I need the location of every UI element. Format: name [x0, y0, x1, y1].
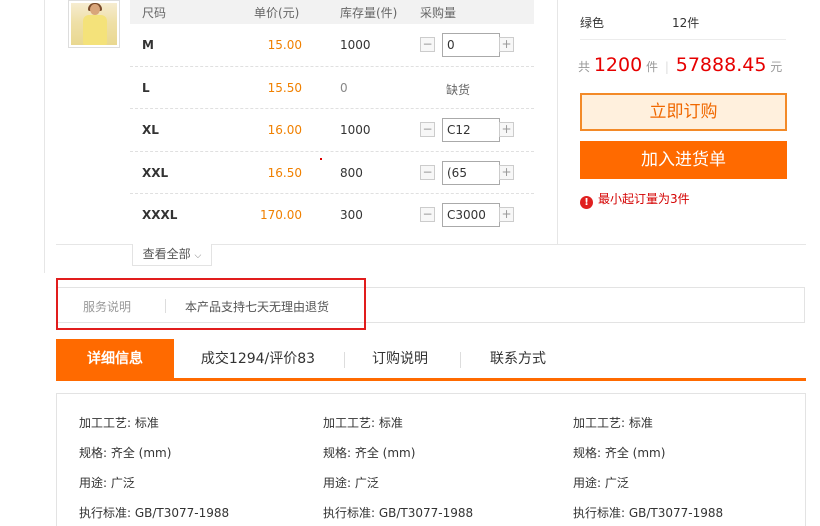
attr-standard: 执行标准: GB/T3077-1988 — [79, 506, 230, 520]
sku-stock: 0 — [340, 80, 348, 95]
total-amount: 57888.45 — [675, 54, 767, 76]
sku-table-header: 尺码 单价(元) 库存量(件) 采购量 — [130, 0, 534, 24]
product-image — [71, 3, 117, 45]
min-order-text: 最小起订量为3件 — [598, 192, 690, 206]
attr-process: 加工工艺: 标准 — [573, 416, 653, 430]
quantity-input[interactable]: (65 — [442, 160, 500, 185]
decrease-button[interactable]: − — [420, 164, 435, 180]
total-separator: | — [664, 60, 669, 74]
min-order-notice: ! 最小起订量为3件 — [580, 190, 690, 209]
quantity-stepper: − C12 + — [420, 118, 514, 142]
sku-row-xxl: XXL 16.50 800 − (65 + — [130, 152, 534, 194]
quantity-input[interactable]: 0 — [442, 33, 500, 57]
decrease-button[interactable]: − — [420, 122, 435, 137]
quantity-stepper: − (65 + — [420, 160, 514, 185]
sku-row-m: M 15.00 1000 − 0 + — [130, 24, 534, 67]
sku-price: 15.50 — [267, 80, 302, 95]
attr-usage: 用途: 广泛 — [323, 476, 379, 490]
sku-size: M — [142, 38, 154, 52]
detail-tabs: 详细信息 成交1294/评价83 订购说明 联系方式 — [56, 339, 806, 381]
order-now-button[interactable]: 立即订购 — [580, 93, 787, 131]
view-all-button[interactable]: 查看全部 ⌵ — [132, 244, 212, 266]
attr-spec: 规格: 齐全 (mm) — [323, 446, 416, 460]
sku-row-xxxl: XXXL 170.00 300 − C3000 + — [130, 194, 534, 237]
quantity-stepper: − C3000 + — [420, 203, 514, 227]
total-prefix: 共 — [578, 60, 591, 74]
quantity-input[interactable]: C3000 — [442, 203, 500, 227]
stray-dot — [320, 158, 322, 160]
tab-deals-reviews[interactable]: 成交1294/评价83 — [184, 339, 332, 378]
increase-button[interactable]: + — [499, 37, 514, 52]
order-total: 共 1200 件 | 57888.45 元 — [578, 54, 782, 76]
quantity-input[interactable]: C12 — [442, 118, 500, 142]
sku-stock: 1000 — [340, 38, 371, 52]
header-stock: 库存量(件) — [340, 6, 398, 20]
sku-stock: 1000 — [340, 123, 371, 137]
view-all-label: 查看全部 — [142, 247, 191, 261]
decrease-button[interactable]: − — [420, 207, 435, 222]
sku-size: XXXL — [142, 208, 178, 222]
out-of-stock-label: 缺货 — [446, 82, 471, 97]
quantity-stepper: − 0 + — [420, 33, 514, 57]
sku-stock: 800 — [340, 165, 363, 180]
add-to-cart-button[interactable]: 加入进货单 — [580, 141, 787, 179]
total-unit: 件 — [646, 60, 659, 74]
sku-price: 16.50 — [267, 165, 302, 180]
attr-usage: 用途: 广泛 — [573, 476, 629, 490]
sku-price: 170.00 — [260, 208, 302, 222]
tab-details[interactable]: 详细信息 — [56, 339, 174, 378]
attr-process: 加工工艺: 标准 — [79, 416, 159, 430]
header-price: 单价(元) — [254, 6, 300, 20]
sku-price: 16.00 — [267, 123, 302, 137]
sku-price: 15.00 — [267, 38, 302, 52]
sku-size: XL — [142, 123, 159, 137]
increase-button[interactable]: + — [499, 122, 514, 137]
color-summary-row: 绿色 12件 — [580, 12, 786, 40]
sku-stock: 300 — [340, 208, 363, 222]
total-count: 1200 — [593, 54, 643, 76]
header-size: 尺码 — [142, 6, 167, 20]
attr-spec: 规格: 齐全 (mm) — [79, 446, 172, 460]
sku-table: 尺码 单价(元) 库存量(件) 采购量 M 15.00 1000 − 0 + L… — [130, 0, 534, 237]
warning-icon: ! — [580, 196, 593, 209]
left-divider — [44, 0, 45, 273]
attr-standard: 执行标准: GB/T3077-1988 — [323, 506, 474, 520]
color-name: 绿色 — [580, 16, 605, 30]
attr-usage: 用途: 广泛 — [79, 476, 135, 490]
product-thumbnail[interactable] — [68, 0, 120, 48]
decrease-button[interactable]: − — [420, 37, 435, 52]
header-qty: 采购量 — [420, 6, 457, 20]
sku-row-xl: XL 16.00 1000 − C12 + — [130, 109, 534, 152]
tab-order-notes[interactable]: 订购说明 — [352, 339, 448, 378]
detail-attributes: 加工工艺: 标准 规格: 齐全 (mm) 用途: 广泛 执行标准: GB/T30… — [56, 393, 806, 526]
order-summary-panel: 绿色 12件 共 1200 件 | 57888.45 元 立即订购 加入进货单 … — [557, 0, 806, 244]
color-quantity: 12件 — [672, 16, 700, 30]
tab-divider — [460, 352, 461, 368]
sku-size: L — [142, 80, 150, 95]
tab-divider — [344, 352, 345, 368]
chevron-down-icon: ⌵ — [194, 251, 202, 261]
sku-size: XXL — [142, 165, 169, 180]
tab-contact[interactable]: 联系方式 — [470, 339, 566, 378]
attr-spec: 规格: 齐全 (mm) — [573, 446, 666, 460]
sku-row-l: L 15.50 0 缺货 — [130, 67, 534, 109]
attr-process: 加工工艺: 标准 — [323, 416, 403, 430]
amount-unit: 元 — [770, 60, 783, 74]
increase-button[interactable]: + — [499, 207, 514, 222]
attr-standard: 执行标准: GB/T3077-1988 — [573, 506, 724, 520]
highlight-box — [56, 278, 366, 330]
increase-button[interactable]: + — [499, 164, 514, 180]
